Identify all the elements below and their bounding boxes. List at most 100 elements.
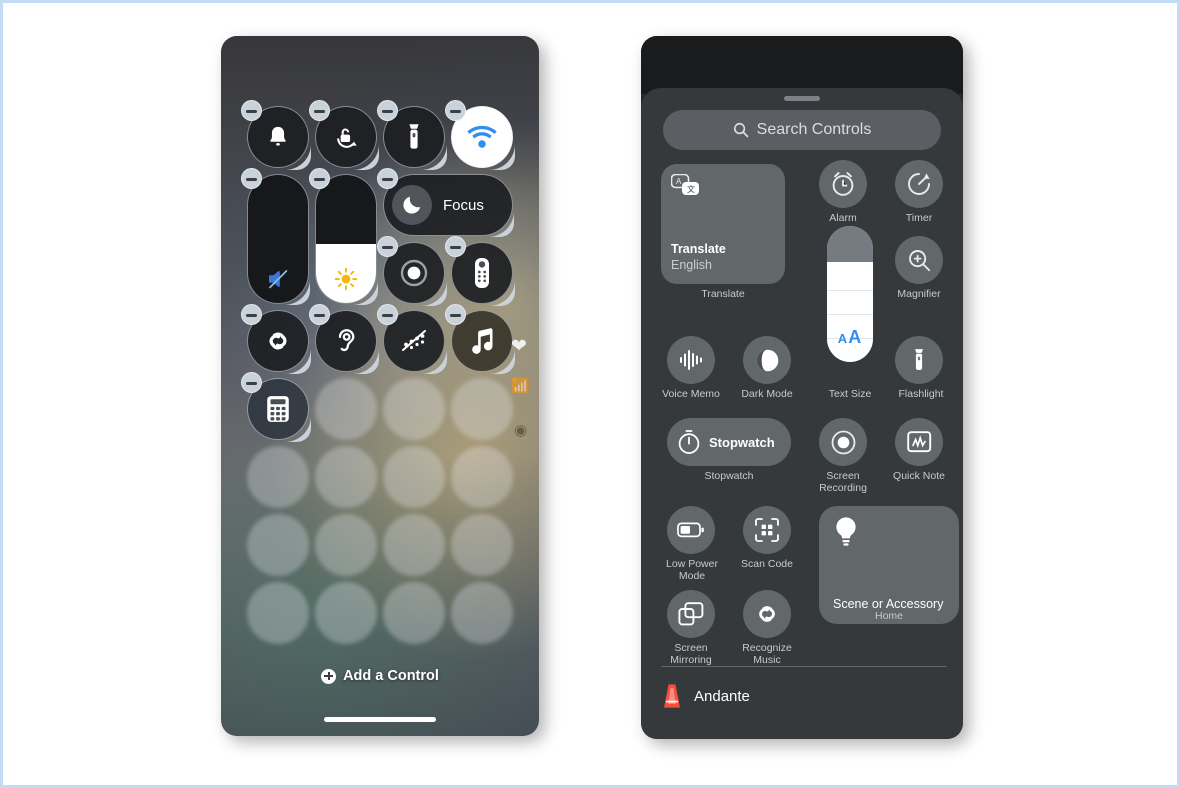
control-flashlight[interactable] [377,100,445,168]
remove-badge[interactable] [445,236,466,257]
divider [661,666,947,667]
control-volume-slider[interactable] [241,168,309,304]
sound-recognition-icon [401,329,427,352]
remove-badge[interactable] [241,304,262,325]
label-dark-mode: Dark Mode [741,388,793,400]
ring-icon: ◉ [514,422,528,439]
tile-recognize-music[interactable] [743,590,791,638]
remove-badge[interactable] [241,100,262,121]
remove-badge[interactable] [309,100,330,121]
empty-slot[interactable] [383,514,445,576]
lightbulb-icon [833,516,859,550]
label-magnifier: Magnifier [897,288,941,300]
control-rotation-lock[interactable] [309,100,377,168]
focus-label: Focus [443,196,484,214]
tile-magnifier[interactable] [895,236,943,284]
empty-slot[interactable] [451,446,513,508]
plus-icon [321,668,337,684]
tile-translate[interactable]: A 文 Translate English [661,164,785,284]
control-focus[interactable]: Focus [377,168,513,236]
remove-badge[interactable] [377,100,398,121]
sheet-grabber[interactable] [784,96,820,101]
moon-icon [403,196,421,214]
remove-badge[interactable] [241,372,262,393]
tile-screen-recording[interactable] [819,418,867,466]
control-apple-tv-remote[interactable] [445,236,513,304]
remove-badge[interactable] [445,100,466,121]
stopwatch-tile-title: Stopwatch [709,434,775,450]
waveform-icon [680,350,702,370]
tile-flashlight[interactable] [895,336,943,384]
home-indicator [324,717,436,722]
control-brightness-slider[interactable] [309,168,377,304]
add-a-control-button[interactable]: Add a Control [221,668,539,684]
control-screen-recording[interactable] [377,236,445,304]
empty-slot[interactable] [451,582,513,644]
empty-slot[interactable] [451,378,513,440]
empty-slot[interactable] [451,514,513,576]
tile-dark-mode[interactable] [743,336,791,384]
tile-quick-note[interactable] [895,418,943,466]
label-screen-mirroring: Screen Mirroring [670,642,712,666]
now-playing-row[interactable]: Andante [661,677,947,715]
empty-slot[interactable] [383,378,445,440]
empty-slot[interactable] [247,446,309,508]
label-screen-recording: Screen Recording [819,470,867,494]
left-phone-control-center: Focus Add a Control [221,36,539,736]
control-recognize-music[interactable] [241,304,309,372]
gallery-scroll-area[interactable]: A 文 Translate English Translate Alarm Ti… [661,160,959,739]
label-voice-memo: Voice Memo [662,388,720,400]
remove-badge[interactable] [377,236,398,257]
gallery-row-3: Stopwatch Stopwatch Screen Recording Qui… [661,418,947,506]
tile-timer[interactable] [895,160,943,208]
right-phone-control-gallery: Search Controls A 文 Translate English Tr… [641,36,963,739]
tile-voice-memo[interactable] [667,336,715,384]
remove-badge[interactable] [377,168,398,189]
control-ringer[interactable] [241,100,309,168]
remove-badge[interactable] [445,304,466,325]
control-calculator[interactable] [241,372,309,440]
search-controls-field[interactable]: Search Controls [663,110,941,150]
bell-icon [270,126,286,146]
magnifier-icon [908,249,930,271]
brightness-sun-icon [334,267,358,291]
battery-icon [677,522,704,538]
empty-slot[interactable] [315,582,377,644]
tile-scan-code[interactable] [743,506,791,554]
tile-stopwatch[interactable]: Stopwatch [667,418,791,466]
remove-badge[interactable] [377,304,398,325]
search-icon [733,122,748,138]
status-bar-area [641,36,963,94]
control-sound-recognition[interactable] [377,304,445,372]
timer-icon [908,173,930,195]
tile-low-power-mode[interactable] [667,506,715,554]
control-music[interactable] [445,304,513,372]
label-home: Home [874,610,903,622]
label-flashlight: Flashlight [898,388,944,400]
empty-slot[interactable] [315,514,377,576]
empty-slot[interactable] [315,446,377,508]
remove-badge[interactable] [241,168,262,189]
empty-slot[interactable] [315,378,377,440]
empty-slot[interactable] [383,446,445,508]
control-hearing[interactable] [309,304,377,372]
svg-text:文: 文 [687,184,695,194]
tile-alarm[interactable] [819,160,867,208]
label-stopwatch: Stopwatch [704,470,754,482]
empty-slot[interactable] [247,582,309,644]
label-recognize-music: Recognize Music [742,642,792,666]
control-wifi[interactable] [445,100,513,168]
tile-screen-mirroring[interactable] [667,590,715,638]
shazam-icon [269,332,287,350]
empty-slot[interactable] [383,582,445,644]
remove-badge[interactable] [309,304,330,325]
empty-slot[interactable] [247,514,309,576]
shazam-icon [759,606,775,622]
remove-badge[interactable] [309,168,330,189]
translate-icon: A 文 [671,174,701,198]
search-placeholder: Search Controls [756,121,872,138]
control-center-grid: Focus [241,100,513,644]
page-root: Focus Add a Control ❤ 📶 ◉ Search Control… [0,0,1180,788]
label-low-power-mode: Low Power Mode [666,558,718,582]
translate-tile-title: Translate [671,242,726,256]
